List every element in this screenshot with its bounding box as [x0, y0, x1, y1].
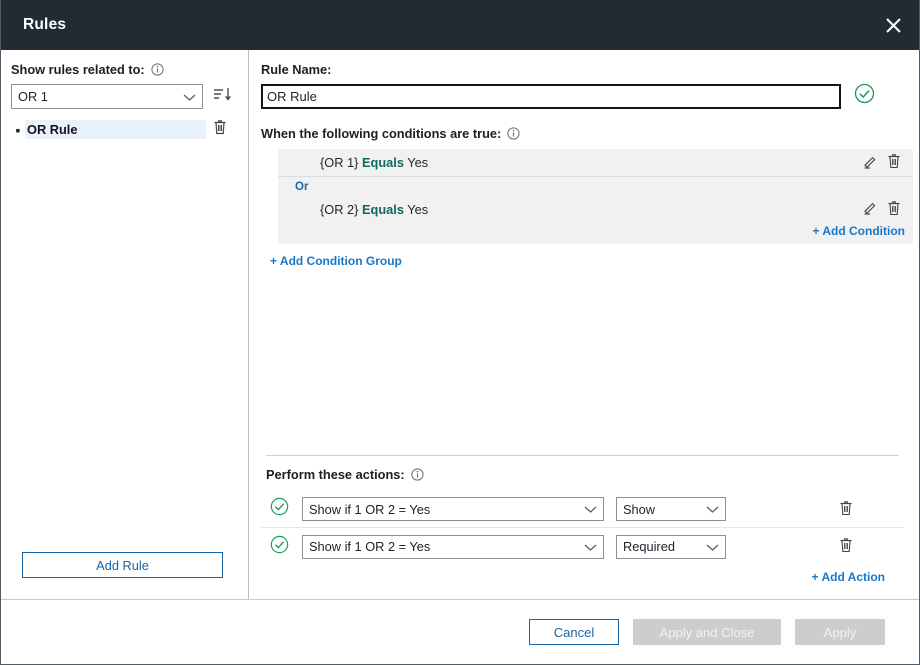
action-target-value: Show if 1 OR 2 = Yes — [309, 539, 430, 554]
rules-dialog: Rules Show rules related to: — [0, 0, 920, 665]
condition-field: {OR 2} — [320, 202, 358, 217]
info-icon[interactable] — [411, 468, 424, 481]
page-title: Rules — [1, 16, 66, 34]
condition-value: Yes — [407, 202, 428, 217]
filter-label: Show rules related to: — [11, 62, 145, 77]
condition-row: {OR 2} Equals Yes — [278, 195, 913, 223]
related-rules-select[interactable]: OR 1 — [11, 84, 203, 109]
rule-editor: Rule Name: When the following conditions… — [249, 50, 919, 600]
edit-condition-button[interactable] — [859, 198, 882, 220]
conditions-label: When the following conditions are true: — [261, 126, 501, 141]
action-type-select[interactable]: Required — [616, 535, 726, 559]
add-condition-group-link[interactable]: + Add Condition Group — [270, 254, 904, 268]
sort-descending-icon — [213, 86, 233, 107]
trash-icon — [887, 153, 901, 172]
condition-field: {OR 1} — [320, 155, 358, 170]
chevron-down-icon — [584, 502, 597, 517]
action-type-value: Required — [623, 539, 675, 554]
add-rule-button[interactable]: Add Rule — [22, 552, 223, 578]
condition-row: {OR 1} Equals Yes — [278, 149, 913, 177]
apply-and-close-button[interactable]: Apply and Close — [633, 619, 781, 645]
chevron-down-icon — [584, 539, 597, 554]
check-circle-icon — [270, 497, 289, 521]
add-condition-link[interactable]: + Add Condition — [812, 224, 905, 238]
dialog-footer: Cancel Apply and Close Apply — [1, 600, 919, 664]
actions-label-row: Perform these actions: — [266, 467, 904, 482]
cancel-button[interactable]: Cancel — [529, 619, 619, 645]
trash-icon — [839, 500, 853, 519]
actions-label: Perform these actions: — [266, 467, 405, 482]
rule-name-input[interactable] — [261, 84, 841, 109]
chevron-down-icon — [706, 502, 719, 517]
bullet-icon: ▪ — [11, 123, 25, 137]
action-target-select[interactable]: Show if 1 OR 2 = Yes — [302, 497, 604, 521]
pencil-icon — [863, 200, 878, 218]
action-type-value: Show — [623, 502, 655, 517]
condition-expression: {OR 2} Equals Yes — [320, 202, 859, 217]
chevron-down-icon — [706, 539, 719, 554]
close-button[interactable] — [867, 0, 919, 50]
condition-value: Yes — [407, 155, 428, 170]
info-icon[interactable] — [151, 63, 164, 76]
delete-rule-button[interactable] — [206, 119, 234, 140]
action-target-value: Show if 1 OR 2 = Yes — [309, 502, 430, 517]
rules-list: ▪ OR Rule — [11, 120, 234, 139]
actions-divider — [266, 455, 899, 456]
dialog-body: Show rules related to: OR 1 — [1, 50, 919, 600]
action-type-select[interactable]: Show — [616, 497, 726, 521]
trash-icon — [213, 119, 227, 140]
rule-name-row — [261, 83, 904, 109]
delete-action-button[interactable] — [834, 536, 857, 558]
condition-group: {OR 1} Equals Yes — [278, 149, 913, 244]
condition-operator: Equals — [362, 202, 404, 217]
apply-button[interactable]: Apply — [795, 619, 885, 645]
filter-row: OR 1 — [11, 84, 234, 109]
add-condition-row: + Add Condition — [278, 223, 913, 244]
sort-button[interactable] — [213, 86, 234, 108]
info-icon[interactable] — [507, 127, 520, 140]
condition-connector: Or — [278, 177, 913, 195]
condition-expression: {OR 1} Equals Yes — [320, 155, 859, 170]
action-row: Show if 1 OR 2 = Yes Required — [261, 528, 904, 565]
trash-icon — [839, 537, 853, 556]
condition-operator: Equals — [362, 155, 404, 170]
add-rule-container: Add Rule — [11, 552, 234, 600]
add-action-link[interactable]: + Add Action — [812, 570, 885, 584]
chevron-down-icon — [183, 89, 196, 104]
action-target-select[interactable]: Show if 1 OR 2 = Yes — [302, 535, 604, 559]
actions-section: Perform these actions: — [261, 455, 904, 600]
delete-condition-button[interactable] — [882, 198, 905, 220]
action-row: Show if 1 OR 2 = Yes Show — [261, 491, 904, 528]
add-action-row: + Add Action — [261, 565, 904, 584]
related-rules-select-value: OR 1 — [18, 89, 48, 104]
filter-label-row: Show rules related to: — [11, 62, 234, 77]
delete-action-button[interactable] — [834, 498, 857, 520]
action-enabled-toggle[interactable] — [270, 497, 302, 521]
close-icon — [885, 17, 902, 34]
pencil-icon — [863, 154, 878, 172]
check-circle-icon — [270, 535, 289, 559]
action-enabled-toggle[interactable] — [270, 535, 302, 559]
conditions-label-row: When the following conditions are true: — [261, 126, 904, 141]
check-circle-icon — [854, 83, 875, 109]
rules-sidebar: Show rules related to: OR 1 — [1, 50, 249, 600]
list-item[interactable]: ▪ OR Rule — [11, 120, 234, 139]
edit-condition-button[interactable] — [859, 152, 882, 174]
rule-name-label: Rule Name: — [261, 62, 904, 77]
delete-condition-button[interactable] — [882, 152, 905, 174]
rule-list-item-label: OR Rule — [25, 120, 206, 139]
dialog-titlebar: Rules — [1, 0, 919, 50]
trash-icon — [887, 200, 901, 219]
